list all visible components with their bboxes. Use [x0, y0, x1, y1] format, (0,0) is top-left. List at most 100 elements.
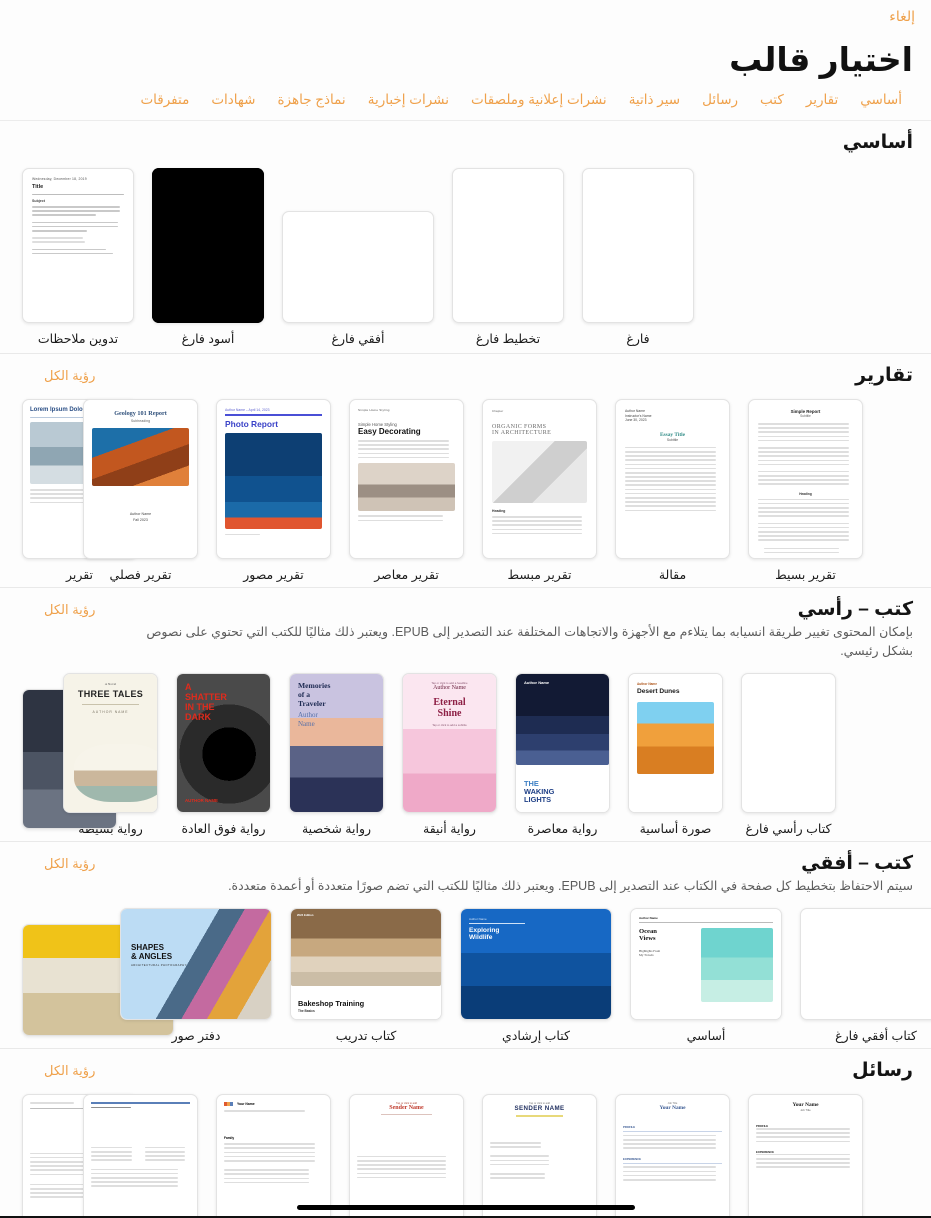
- template-thumbnail[interactable]: Chapter ORGANIC FORMS IN ARCHITECTURE Headi…: [482, 399, 597, 559]
- template-label: رواية شخصية: [301, 822, 372, 836]
- template-thumbnail[interactable]: A SHATTER IN THE DARK AUTHOR NAME: [176, 673, 271, 813]
- template-label: كتاب رأسي فارغ: [745, 822, 832, 836]
- template-thumbnail[interactable]: [582, 168, 694, 323]
- tab-0[interactable]: أساسي: [849, 90, 913, 110]
- template-card[interactable]: Author Name – April 14, 2023 Photo Report…: [216, 399, 331, 583]
- template-card[interactable]: [83, 1094, 198, 1218]
- template-thumbnail[interactable]: Tap or click to add Sender Name: [349, 1094, 464, 1218]
- template-label: تدوين ملاحظات: [37, 332, 119, 346]
- see-all-link-4[interactable]: رؤية الكل: [44, 1063, 95, 1079]
- template-card[interactable]: Memories of a Traveler Author Name رواية شخصي…: [289, 673, 384, 837]
- template-label: كتاب تدريب: [335, 1029, 397, 1043]
- template-card[interactable]: Author Name Ocean Views Highlights From My T…: [630, 908, 782, 1044]
- see-all-link-2[interactable]: رؤية الكل: [44, 602, 95, 618]
- sections-container: أساسي Wednesday, December 18, 2019 Title Su…: [0, 120, 931, 1218]
- template-thumbnail[interactable]: Memories of a Traveler Author Name: [289, 673, 384, 813]
- section-header-3: كتب – أفقي سيتم الاحتفاظ بتخطيط كل صفحة ف…: [0, 842, 931, 898]
- template-label: صورة أساسية: [639, 822, 712, 836]
- template-thumbnail[interactable]: [282, 211, 434, 323]
- template-card[interactable]: Tap or click to add Sender Name: [349, 1094, 464, 1218]
- tab-9[interactable]: متفرقات: [129, 90, 200, 110]
- category-tabbar[interactable]: أساسي تقارير كتب رسائل سير ذاتية نشرات إعلاني…: [0, 84, 931, 120]
- template-thumbnail[interactable]: Author Name Exploring Wildlife: [460, 908, 612, 1020]
- see-all-link-1[interactable]: رؤية الكل: [44, 368, 95, 384]
- template-card[interactable]: Author Name Exploring Wildlife كتاب إرشادي: [460, 908, 612, 1044]
- template-thumbnail[interactable]: 2024 Edition Bakeshop Training The Basics: [290, 908, 442, 1020]
- template-thumbnail[interactable]: Author Name THE WAKING LIGHTS: [515, 673, 610, 813]
- template-card[interactable]: Tap or click to add SENDER NAME: [482, 1094, 597, 1218]
- see-all-link-3[interactable]: رؤية الكل: [44, 856, 95, 872]
- template-thumbnail[interactable]: Author Name Ocean Views Highlights From My T…: [630, 908, 782, 1020]
- section-2: كتب – رأسي بإمكان المحتوى تغيير طريقة انس…: [0, 587, 931, 841]
- template-card[interactable]: 2024 Edition Bakeshop Training The Basics ك…: [290, 908, 442, 1044]
- template-thumbnail[interactable]: Author Name – April 14, 2023 Photo Report: [216, 399, 331, 559]
- template-label: كتاب إرشادي: [502, 1029, 570, 1043]
- template-card[interactable]: كتاب رأسي فارغ: [741, 673, 836, 837]
- template-thumbnail[interactable]: [152, 168, 264, 323]
- template-card[interactable]: فارغ: [582, 168, 694, 347]
- tab-8[interactable]: شهادات: [200, 90, 266, 110]
- template-thumbnail[interactable]: Tap or click to add SENDER NAME: [482, 1094, 597, 1218]
- template-label: رواية فوق العادة: [181, 822, 266, 836]
- tab-7[interactable]: نماذج جاهزة: [266, 90, 356, 110]
- section-4: رسائل رؤية الكل Your Name Family Tap or clic…: [0, 1048, 931, 1218]
- tab-5[interactable]: نشرات إعلانية وملصقات: [460, 90, 618, 110]
- tab-1[interactable]: تقارير: [795, 90, 849, 110]
- template-card[interactable]: كتاب أفقي فارغ: [800, 908, 931, 1044]
- template-card[interactable]: A SHATTER IN THE DARK AUTHOR NAME رواية فوق ا…: [176, 673, 271, 837]
- template-card[interactable]: Author Name THE WAKING LIGHTS رواية معاصرة: [515, 673, 610, 837]
- section-description-2: بإمكان المحتوى تغيير طريقة انسيابه بما ي…: [146, 625, 913, 658]
- template-card[interactable]: تخطيط فارغ: [452, 168, 564, 347]
- template-row-3[interactable]: SHAPES & ANGLES ARCHITECTURAL PHOTOGRAPHY د…: [0, 898, 931, 1048]
- template-label: تقرير بسيط: [775, 568, 836, 582]
- template-thumbnail[interactable]: [741, 673, 836, 813]
- template-card[interactable]: Your Name Job Title PROFILE EXPERIENCE: [748, 1094, 863, 1218]
- template-card[interactable]: أسود فارغ: [152, 168, 264, 347]
- tab-3[interactable]: رسائل: [691, 90, 749, 110]
- template-label: أساسي: [686, 1029, 726, 1043]
- template-card[interactable]: Wednesday, December 18, 2019 Title Subject…: [22, 168, 134, 347]
- template-thumbnail[interactable]: [83, 1094, 198, 1218]
- template-thumbnail[interactable]: Job Title Your Name PROFILE EXPERIENCE: [615, 1094, 730, 1218]
- template-thumbnail[interactable]: Wednesday, December 18, 2019 Title Subject: [22, 168, 134, 323]
- template-card[interactable]: Simple Report Subtitle Heading تقرير بسيط: [748, 399, 863, 583]
- template-card[interactable]: A Novel THREE TALES AUTHOR NAME رواية بسيطة: [63, 673, 158, 837]
- template-thumbnail[interactable]: SHAPES & ANGLES ARCHITECTURAL PHOTOGRAPHY: [120, 908, 272, 1020]
- template-row-0[interactable]: Wednesday, December 18, 2019 Title Subject…: [0, 156, 931, 353]
- template-card[interactable]: أفقي فارغ: [282, 211, 434, 347]
- template-card[interactable]: Author Name Desert Dunes صورة أساسية: [628, 673, 723, 837]
- template-row-1[interactable]: Lorem Ipsum Dolor تقرير Geology 101 Report…: [0, 389, 931, 587]
- template-thumbnail[interactable]: Author Name Desert Dunes: [628, 673, 723, 813]
- template-label: تخطيط فارغ: [475, 332, 541, 346]
- template-label: تقرير مصور: [243, 568, 304, 582]
- template-card[interactable]: Chapter ORGANIC FORMS IN ARCHITECTURE Headi…: [482, 399, 597, 583]
- template-thumbnail[interactable]: [800, 908, 931, 1020]
- template-card[interactable]: Job Title Your Name PROFILE EXPERIENCE: [615, 1094, 730, 1218]
- template-thumbnail[interactable]: Your Name Job Title PROFILE EXPERIENCE: [748, 1094, 863, 1218]
- template-thumbnail[interactable]: [452, 168, 564, 323]
- section-title-3: كتب – أفقي: [801, 853, 913, 874]
- template-thumbnail[interactable]: Your Name Family: [216, 1094, 331, 1218]
- horizontal-scroll-indicator[interactable]: [296, 1205, 635, 1210]
- cancel-button[interactable]: إلغاء: [889, 8, 915, 25]
- section-3: كتب – أفقي سيتم الاحتفاظ بتخطيط كل صفحة ف…: [0, 841, 931, 1048]
- template-card[interactable]: Your Name Family: [216, 1094, 331, 1218]
- template-card[interactable]: Simple Home Styling Simple Home Styling Ea…: [349, 399, 464, 583]
- template-thumbnail[interactable]: Simple Report Subtitle Heading: [748, 399, 863, 559]
- template-row-4[interactable]: Your Name Family Tap or click to add Sender…: [0, 1084, 931, 1218]
- template-card[interactable]: Author Name Instructor's Name June 30, 202…: [615, 399, 730, 583]
- tab-2[interactable]: كتب: [749, 90, 795, 110]
- template-card[interactable]: Tap or click to add a headline Author Nam…: [402, 673, 497, 837]
- template-thumbnail[interactable]: Simple Home Styling Simple Home Styling Ea…: [349, 399, 464, 559]
- section-title-0: أساسي: [842, 132, 913, 153]
- template-thumbnail[interactable]: Tap or click to add a headline Author Nam…: [402, 673, 497, 813]
- template-row-2[interactable]: A Novel THREE TALES AUTHOR NAME رواية بسيطة…: [0, 663, 931, 841]
- template-label: أسود فارغ: [181, 332, 235, 346]
- template-thumbnail[interactable]: Author Name Instructor's Name June 30, 202…: [615, 399, 730, 559]
- template-card[interactable]: Geology 101 Report Subheading Author Name F…: [83, 399, 198, 583]
- template-thumbnail[interactable]: Geology 101 Report Subheading Author Name F…: [83, 399, 198, 559]
- tab-6[interactable]: نشرات إخبارية: [357, 90, 460, 110]
- tab-4[interactable]: سير ذاتية: [618, 90, 691, 110]
- template-label: تقرير معاصر: [374, 568, 439, 582]
- template-thumbnail[interactable]: A Novel THREE TALES AUTHOR NAME: [63, 673, 158, 813]
